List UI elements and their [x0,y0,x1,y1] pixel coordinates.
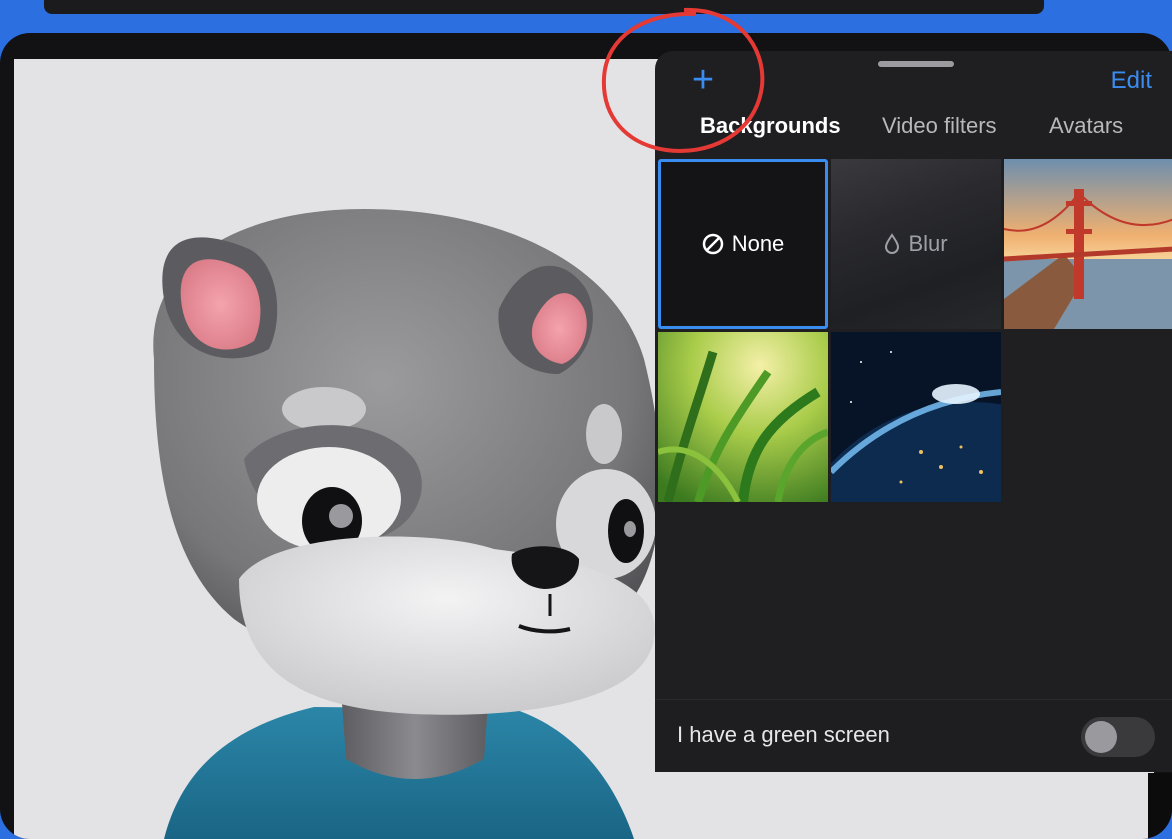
toggle-knob [1085,721,1117,753]
effects-tabs: Backgrounds Video filters Avatars [655,113,1172,145]
golden-gate-image [1004,159,1172,329]
add-background-button[interactable]: + [683,59,723,101]
tab-avatars[interactable]: Avatars [1049,113,1123,139]
tile-label-none: None [731,231,785,256]
edit-button[interactable]: Edit [1111,67,1152,95]
earth-image [831,332,1001,502]
droplet-icon [885,233,900,254]
background-tile-none[interactable]: None [658,159,828,329]
device-edge [1148,773,1172,839]
background-tile-blur[interactable]: Blur [831,159,1001,329]
effects-panel: + Edit Backgrounds Video filters Avatars… [655,51,1172,772]
background-tile-earth[interactable] [831,332,1001,502]
tile-label-blur: Blur [908,231,948,256]
background-tile-grass[interactable] [658,332,828,502]
green-screen-toggle[interactable] [1081,717,1155,757]
drag-handle[interactable] [878,61,954,67]
green-screen-label: I have a green screen [677,722,890,747]
tab-backgrounds[interactable]: Backgrounds [700,113,841,139]
plus-icon: + [691,59,715,101]
tab-video-filters[interactable]: Video filters [882,113,997,139]
no-entry-icon [702,233,723,255]
grass-image [658,332,828,502]
background-tile-golden-gate[interactable] [1004,159,1172,329]
top-bar [44,0,1044,14]
green-screen-row: I have a green screen [655,699,1172,772]
